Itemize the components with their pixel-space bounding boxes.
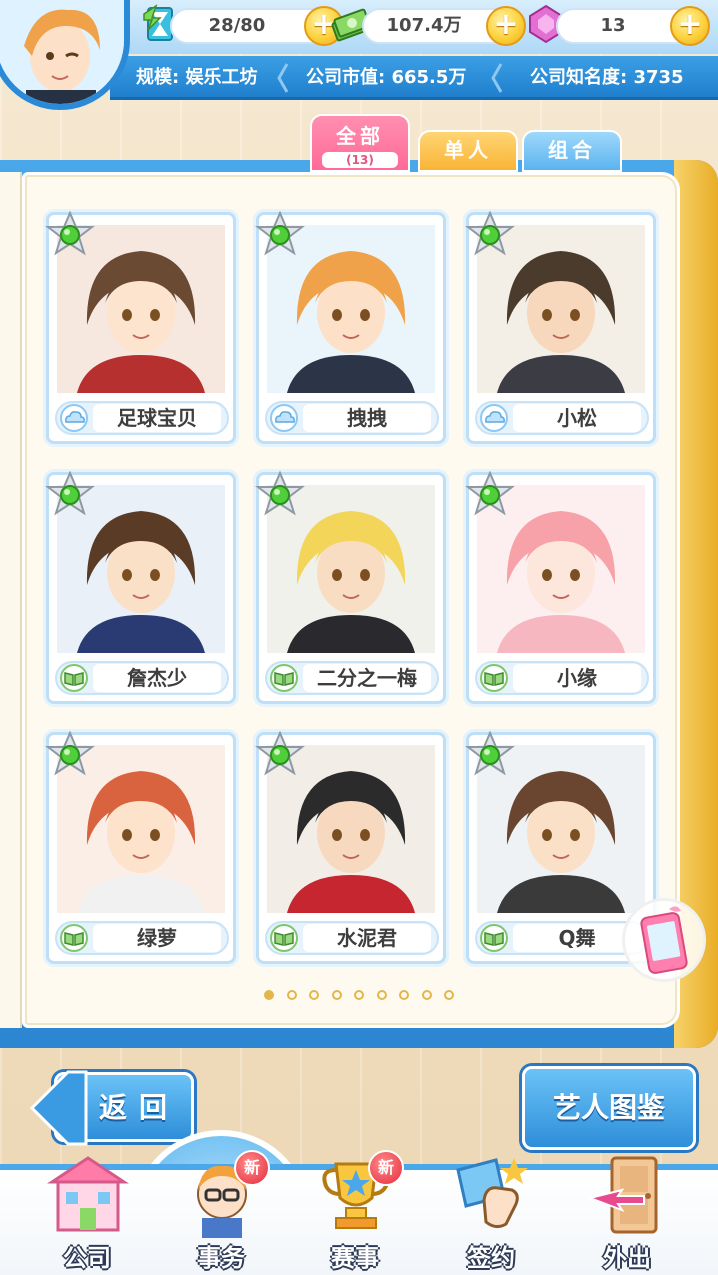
nav-go-out[interactable]: 外出 (562, 1150, 692, 1275)
tab-all-count: (13) (322, 152, 398, 168)
rank-star-badge-icon (45, 731, 95, 776)
page-dot[interactable] (376, 990, 387, 1000)
artist-name-bar: 水泥君 (265, 921, 439, 955)
rank-star-badge-icon (45, 471, 95, 516)
artist-name: 足球宝贝 (93, 404, 221, 432)
add-money-button[interactable]: + (486, 6, 526, 46)
artist-name: 小缘 (513, 664, 641, 692)
artist-card[interactable]: 拽拽 (255, 211, 446, 444)
nav-affairs-label: 事务 (197, 1244, 245, 1272)
artist-name-bar: 小松 (475, 401, 649, 435)
nav-contest[interactable]: 赛事 新 (290, 1150, 420, 1275)
company-stats-row: 规模: 娱乐工坊 公司市值: 665.5万 公司知名度: 3735 (110, 56, 718, 100)
building-icon (47, 1156, 129, 1232)
artist-card[interactable]: 绿萝 (45, 731, 236, 964)
contract-hand-icon (456, 1158, 528, 1229)
artist-name-bar: 拽拽 (265, 401, 439, 435)
company-scale: 规模: 娱乐工坊 (136, 67, 258, 88)
book-icon (269, 924, 299, 952)
avatar-portrait (0, 0, 124, 104)
top-bar: 28/80 + 107.4万 + 13 + 规模: 娱乐工坊 公司市值: 665… (0, 0, 718, 110)
page-dot[interactable] (264, 990, 274, 1000)
new-badge: 新 (368, 1150, 404, 1186)
rank-star-badge-icon (255, 211, 305, 256)
artist-name: 绿萝 (93, 924, 221, 952)
artist-card[interactable]: 足球宝贝 (45, 211, 236, 444)
rank-star-badge-icon (465, 471, 515, 516)
artist-card[interactable]: 詹杰少 (45, 471, 236, 704)
tab-all[interactable]: 全部 (13) (310, 114, 410, 172)
artist-name-bar: 詹杰少 (55, 661, 229, 695)
separator-icon (277, 63, 289, 93)
page-dot[interactable] (286, 990, 297, 1000)
artist-name-bar: 二分之一梅 (265, 661, 439, 695)
artist-name: 水泥君 (303, 924, 431, 952)
album-left-page (0, 172, 22, 1028)
cloud-icon (59, 404, 89, 432)
tab-solo-label: 单人 (444, 138, 492, 162)
money-pill: 107.4万 + (362, 6, 526, 46)
book-icon (269, 664, 299, 692)
money-value: 107.4万 (386, 15, 462, 36)
artist-card[interactable]: 小松 (465, 211, 656, 444)
nav-contest-label: 赛事 (331, 1244, 379, 1272)
artist-name-bar: 绿萝 (55, 921, 229, 955)
rank-star-badge-icon (45, 211, 95, 256)
book-icon (479, 664, 509, 692)
nav-go-out-label: 外出 (603, 1244, 651, 1272)
separator-icon (491, 63, 503, 93)
back-button-label: 返回 (98, 1091, 179, 1124)
add-gems-button[interactable]: + (670, 6, 710, 46)
artist-atlas-button[interactable]: 艺人图鉴 (522, 1066, 696, 1150)
tab-group[interactable]: 组合 (522, 130, 622, 172)
cloud-icon (479, 404, 509, 432)
pink-phone-icon (640, 906, 688, 974)
tab-group-label: 组合 (548, 138, 596, 162)
artist-card[interactable]: 二分之一梅 (255, 471, 446, 704)
artist-name-bar: 足球宝贝 (55, 401, 229, 435)
artist-name: 詹杰少 (93, 664, 221, 692)
artist-name-bar: 小缘 (475, 661, 649, 695)
tab-all-label: 全部 (336, 124, 384, 148)
page-dot[interactable] (331, 990, 342, 1000)
nav-sign-label: 签约 (467, 1244, 515, 1272)
bottom-nav: 公司 事务 新 赛事 新 签约 外出 (0, 1150, 718, 1275)
page-dot[interactable] (399, 990, 409, 1000)
nav-sign[interactable]: 签约 (426, 1150, 556, 1275)
book-icon (59, 924, 89, 952)
artist-name: 二分之一梅 (303, 664, 431, 692)
page-indicator (264, 990, 464, 1002)
nav-affairs[interactable]: 事务 新 (156, 1150, 286, 1275)
gems-pill: 13 + (556, 6, 710, 46)
artist-name: 小松 (513, 404, 641, 432)
book-icon (479, 924, 509, 952)
company-popularity: 公司知名度: 3735 (530, 67, 684, 88)
phone-button[interactable] (622, 898, 706, 982)
rank-star-badge-icon (465, 211, 515, 256)
new-badge: 新 (234, 1150, 270, 1186)
rank-star-badge-icon (255, 471, 305, 516)
back-button[interactable]: 返回 (28, 1066, 200, 1150)
company-market-value: 公司市值: 665.5万 (306, 67, 467, 88)
door-exit-icon (586, 1156, 658, 1234)
page-dot[interactable] (421, 990, 432, 1000)
book-icon (59, 664, 89, 692)
cloud-icon (269, 404, 299, 432)
page-dot[interactable] (444, 990, 454, 1000)
back-arrow-icon (29, 1070, 88, 1146)
nav-company[interactable]: 公司 (22, 1150, 152, 1275)
rank-star-badge-icon (255, 731, 305, 776)
energy-pill: 28/80 + (170, 6, 344, 46)
page-dot[interactable] (309, 990, 319, 1000)
rank-star-badge-icon (465, 731, 515, 776)
energy-value: 28/80 (208, 15, 266, 36)
gems-value: 13 (600, 15, 626, 36)
tab-solo[interactable]: 单人 (418, 130, 518, 172)
artist-name: 拽拽 (303, 404, 431, 432)
artist-card[interactable]: 小缘 (465, 471, 656, 704)
resource-row: 28/80 + 107.4万 + 13 + (110, 0, 718, 54)
nav-company-label: 公司 (63, 1244, 111, 1272)
page-dot[interactable] (354, 990, 364, 1000)
artist-card[interactable]: 水泥君 (255, 731, 446, 964)
